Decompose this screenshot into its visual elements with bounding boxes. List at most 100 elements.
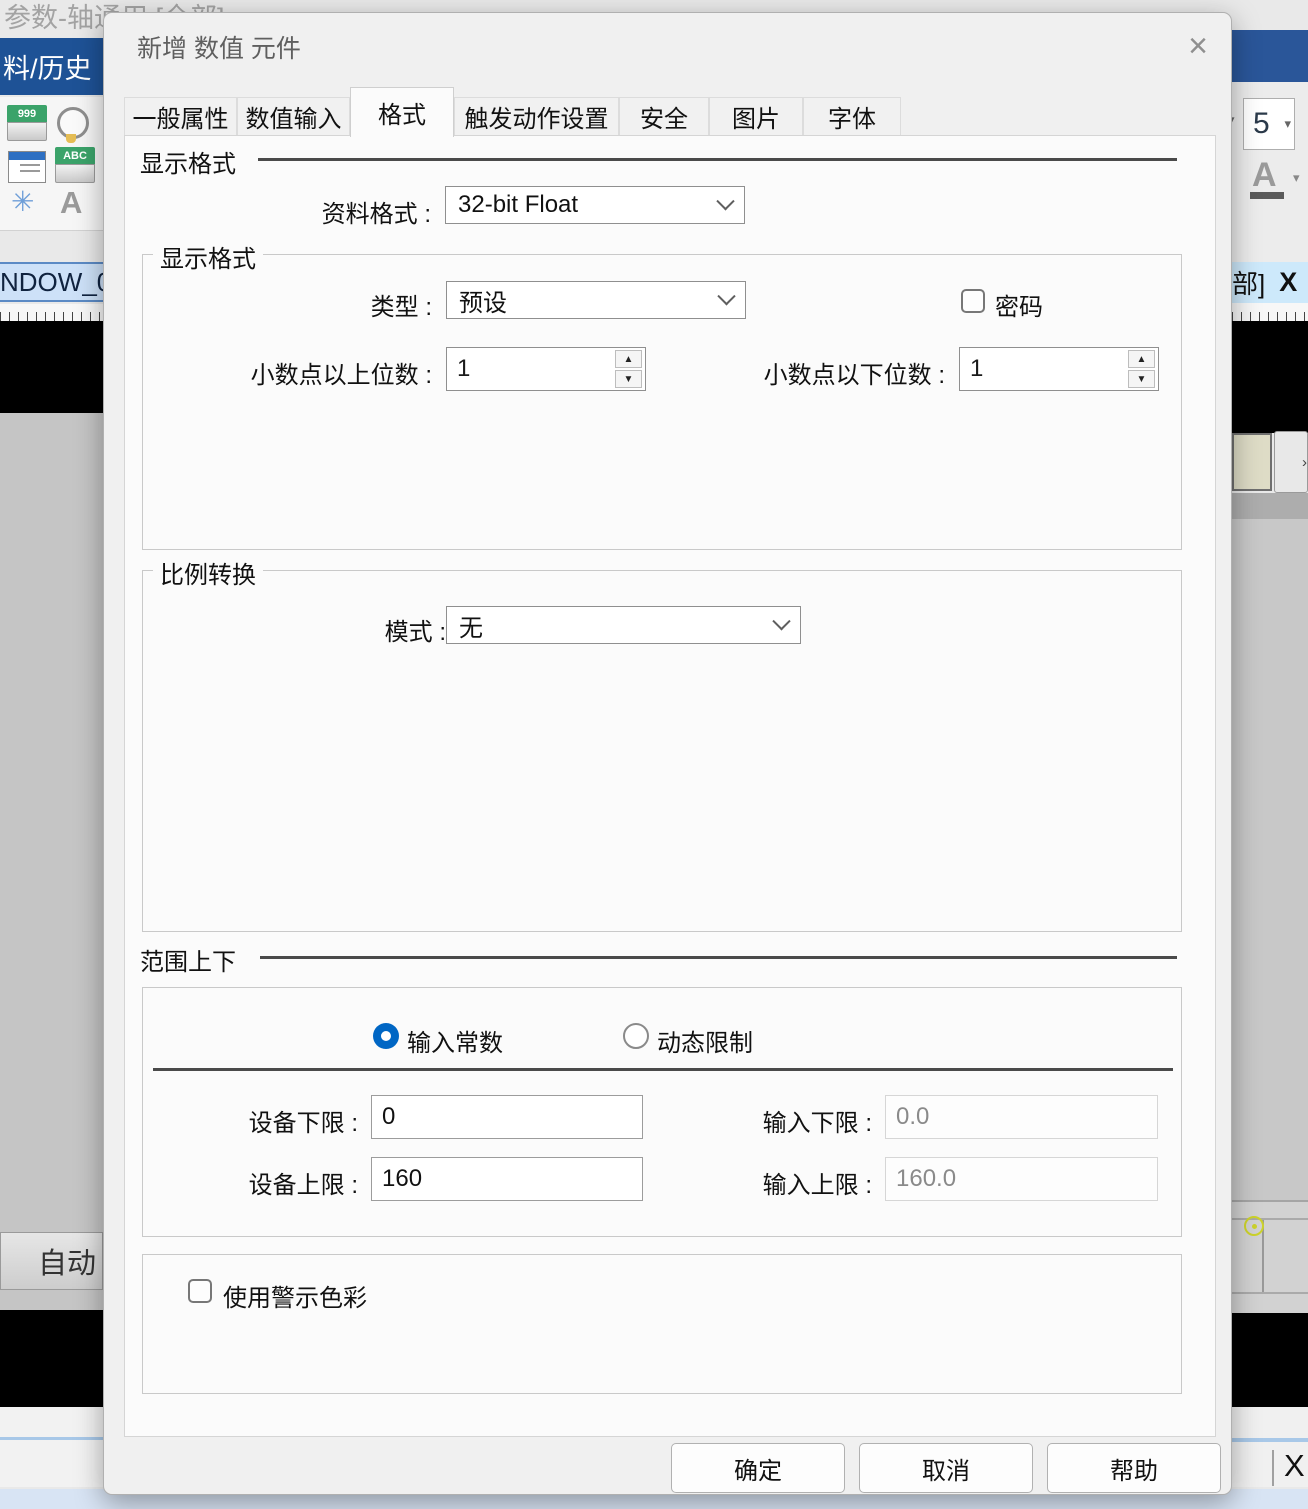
device-high-input[interactable] [371, 1157, 643, 1201]
device-low-label: 设备下限 : [208, 1103, 358, 1138]
canvas-right-bottom [1232, 1313, 1308, 1407]
use-warning-colors-label: 使用警示色彩 [223, 1278, 367, 1313]
device-high-label: 设备上限 : [208, 1165, 358, 1200]
format-tab-panel: 显示格式 资料格式 : 32-bit Float 显示格式 类型 : 预设 密码… [124, 135, 1216, 1437]
data-format-dropdown[interactable]: 32-bit Float [445, 186, 745, 224]
tab-numeric-input[interactable]: 数值输入 [237, 97, 350, 136]
add-numeric-element-dialog: 新增 数值 元件 × 一般属性 数值输入 格式 触发动作设置 安全 图片 字体 … [103, 12, 1232, 1495]
password-label: 密码 [995, 287, 1043, 322]
dialog-title: 新增 数值 元件 [137, 29, 301, 65]
tab-general[interactable]: 一般属性 [124, 97, 237, 136]
tab-security[interactable]: 安全 [619, 97, 709, 136]
frac-digits-spinner[interactable]: 1 ▲ ▼ [959, 347, 1159, 391]
scale-group-title: 比例转换 [153, 555, 263, 590]
tab-data-history-label: 料/历史 [3, 47, 92, 86]
input-high-label: 输入上限 : [722, 1165, 872, 1200]
tab-trigger-action[interactable]: 触发动作设置 [454, 97, 619, 136]
footer-close-x[interactable]: X [1284, 1448, 1305, 1484]
range-groupbox: 输入常数 动态限制 设备下限 : 输入下限 : 设备上限 : 输入上限 : [142, 987, 1182, 1237]
dialog-close-icon[interactable]: × [1176, 25, 1220, 67]
input-low-label: 输入下限 : [722, 1103, 872, 1138]
right-panel-background [1232, 519, 1308, 1200]
canvas-button-element[interactable]: › [1274, 431, 1308, 493]
canvas-element-beige[interactable] [1232, 433, 1272, 491]
lightbulb-icon[interactable] [57, 107, 89, 139]
data-format-value: 32-bit Float [458, 191, 578, 219]
section-divider [260, 956, 1177, 959]
right-strip [1232, 493, 1308, 519]
divider-right [1232, 1438, 1308, 1442]
auto-button-element[interactable]: 自动 [0, 1232, 103, 1290]
numeric-display-icon[interactable]: 999 [7, 105, 47, 141]
int-digits-value: 1 [457, 355, 470, 383]
chevron-right-icon: › [1302, 454, 1307, 471]
ascii-text-icon[interactable]: ABC [55, 147, 95, 183]
scale-conversion-groupbox: 比例转换 模式 : 无 [142, 570, 1182, 932]
help-button[interactable]: 帮助 [1047, 1443, 1221, 1493]
radio-input-constant-label: 输入常数 [407, 1023, 503, 1058]
auto-button-label: 自动 [38, 1240, 96, 1282]
chevron-down-icon [772, 612, 790, 630]
int-digits-spinner[interactable]: 1 ▲ ▼ [446, 347, 646, 391]
cancel-button[interactable]: 取消 [859, 1443, 1033, 1493]
list-window-icon[interactable] [8, 151, 46, 183]
input-low-input [885, 1095, 1158, 1139]
radio-dynamic-limits-label: 动态限制 [657, 1023, 753, 1058]
input-high-input [885, 1157, 1158, 1201]
divider-left [0, 1437, 103, 1440]
canvas-left-bottom [0, 1310, 103, 1407]
spin-up-icon[interactable]: ▲ [615, 350, 642, 368]
mode-value: 无 [459, 608, 483, 643]
tab-picture[interactable]: 图片 [709, 97, 803, 136]
int-digits-label: 小数点以上位数 : [166, 355, 432, 390]
tab-data-history[interactable]: 料/历史 [0, 38, 103, 95]
tab-font[interactable]: 字体 [803, 97, 901, 136]
editor-tab-label: 部] [1232, 264, 1265, 301]
mode-dropdown[interactable]: 无 [446, 606, 801, 644]
font-color-underline [1250, 192, 1284, 199]
canvas-left-top [0, 321, 103, 413]
ruler-right [1232, 303, 1308, 321]
type-label: 类型 : [206, 287, 432, 322]
section-display-format-header: 显示格式 [140, 144, 236, 179]
canvas-right-top [1232, 321, 1308, 433]
radio-input-constant[interactable] [373, 1023, 399, 1049]
password-checkbox[interactable] [961, 289, 985, 313]
spin-down-icon[interactable]: ▼ [1128, 370, 1155, 388]
ok-button[interactable]: 确定 [671, 1443, 845, 1493]
spin-down-icon[interactable]: ▼ [615, 370, 642, 388]
spark-icon[interactable]: ✳ [11, 185, 34, 218]
use-warning-colors-checkbox[interactable] [188, 1279, 212, 1303]
editor-tab-all[interactable]: 部] X [1232, 262, 1308, 303]
type-dropdown[interactable]: 预设 [446, 281, 746, 319]
section-divider [258, 158, 1177, 161]
editor-tab-close-icon[interactable]: X [1279, 267, 1297, 298]
chevron-down-icon: ▾ [1284, 116, 1294, 132]
type-value: 预设 [459, 283, 507, 318]
section-range-header: 范围上下 [140, 942, 236, 977]
mode-label: 模式 : [256, 612, 446, 647]
frac-digits-value: 1 [970, 355, 983, 383]
font-size-combo[interactable]: 5 ▾ [1243, 98, 1295, 150]
window-tree-selected-item[interactable]: NDOW_01 [0, 262, 103, 302]
font-color-dropdown-icon[interactable]: ▾ [1293, 170, 1300, 186]
selection-anchor-icon [1244, 1216, 1264, 1236]
spin-up-icon[interactable]: ▲ [1128, 350, 1155, 368]
left-panel-background [0, 413, 103, 1310]
tab-format[interactable]: 格式 [350, 87, 454, 137]
letter-a-icon[interactable]: A [60, 185, 82, 221]
frac-digits-label: 小数点以下位数 : [682, 355, 945, 390]
panel-ridge [1232, 1292, 1308, 1294]
radio-dynamic-limits[interactable] [623, 1023, 649, 1049]
footer-separator [1272, 1450, 1274, 1486]
left-footer-strip [0, 1407, 103, 1487]
chevron-down-icon [716, 192, 734, 210]
display-format-group-title: 显示格式 [153, 239, 263, 274]
data-format-label: 资料格式 : [165, 194, 431, 229]
font-color-button[interactable]: A [1252, 158, 1277, 192]
right-toolbar-blue-bar [1232, 30, 1308, 82]
warning-colors-box: 使用警示色彩 [142, 1254, 1182, 1394]
chevron-down-icon [717, 287, 735, 305]
device-low-input[interactable] [371, 1095, 643, 1139]
right-bottom-panels [1232, 1200, 1308, 1313]
